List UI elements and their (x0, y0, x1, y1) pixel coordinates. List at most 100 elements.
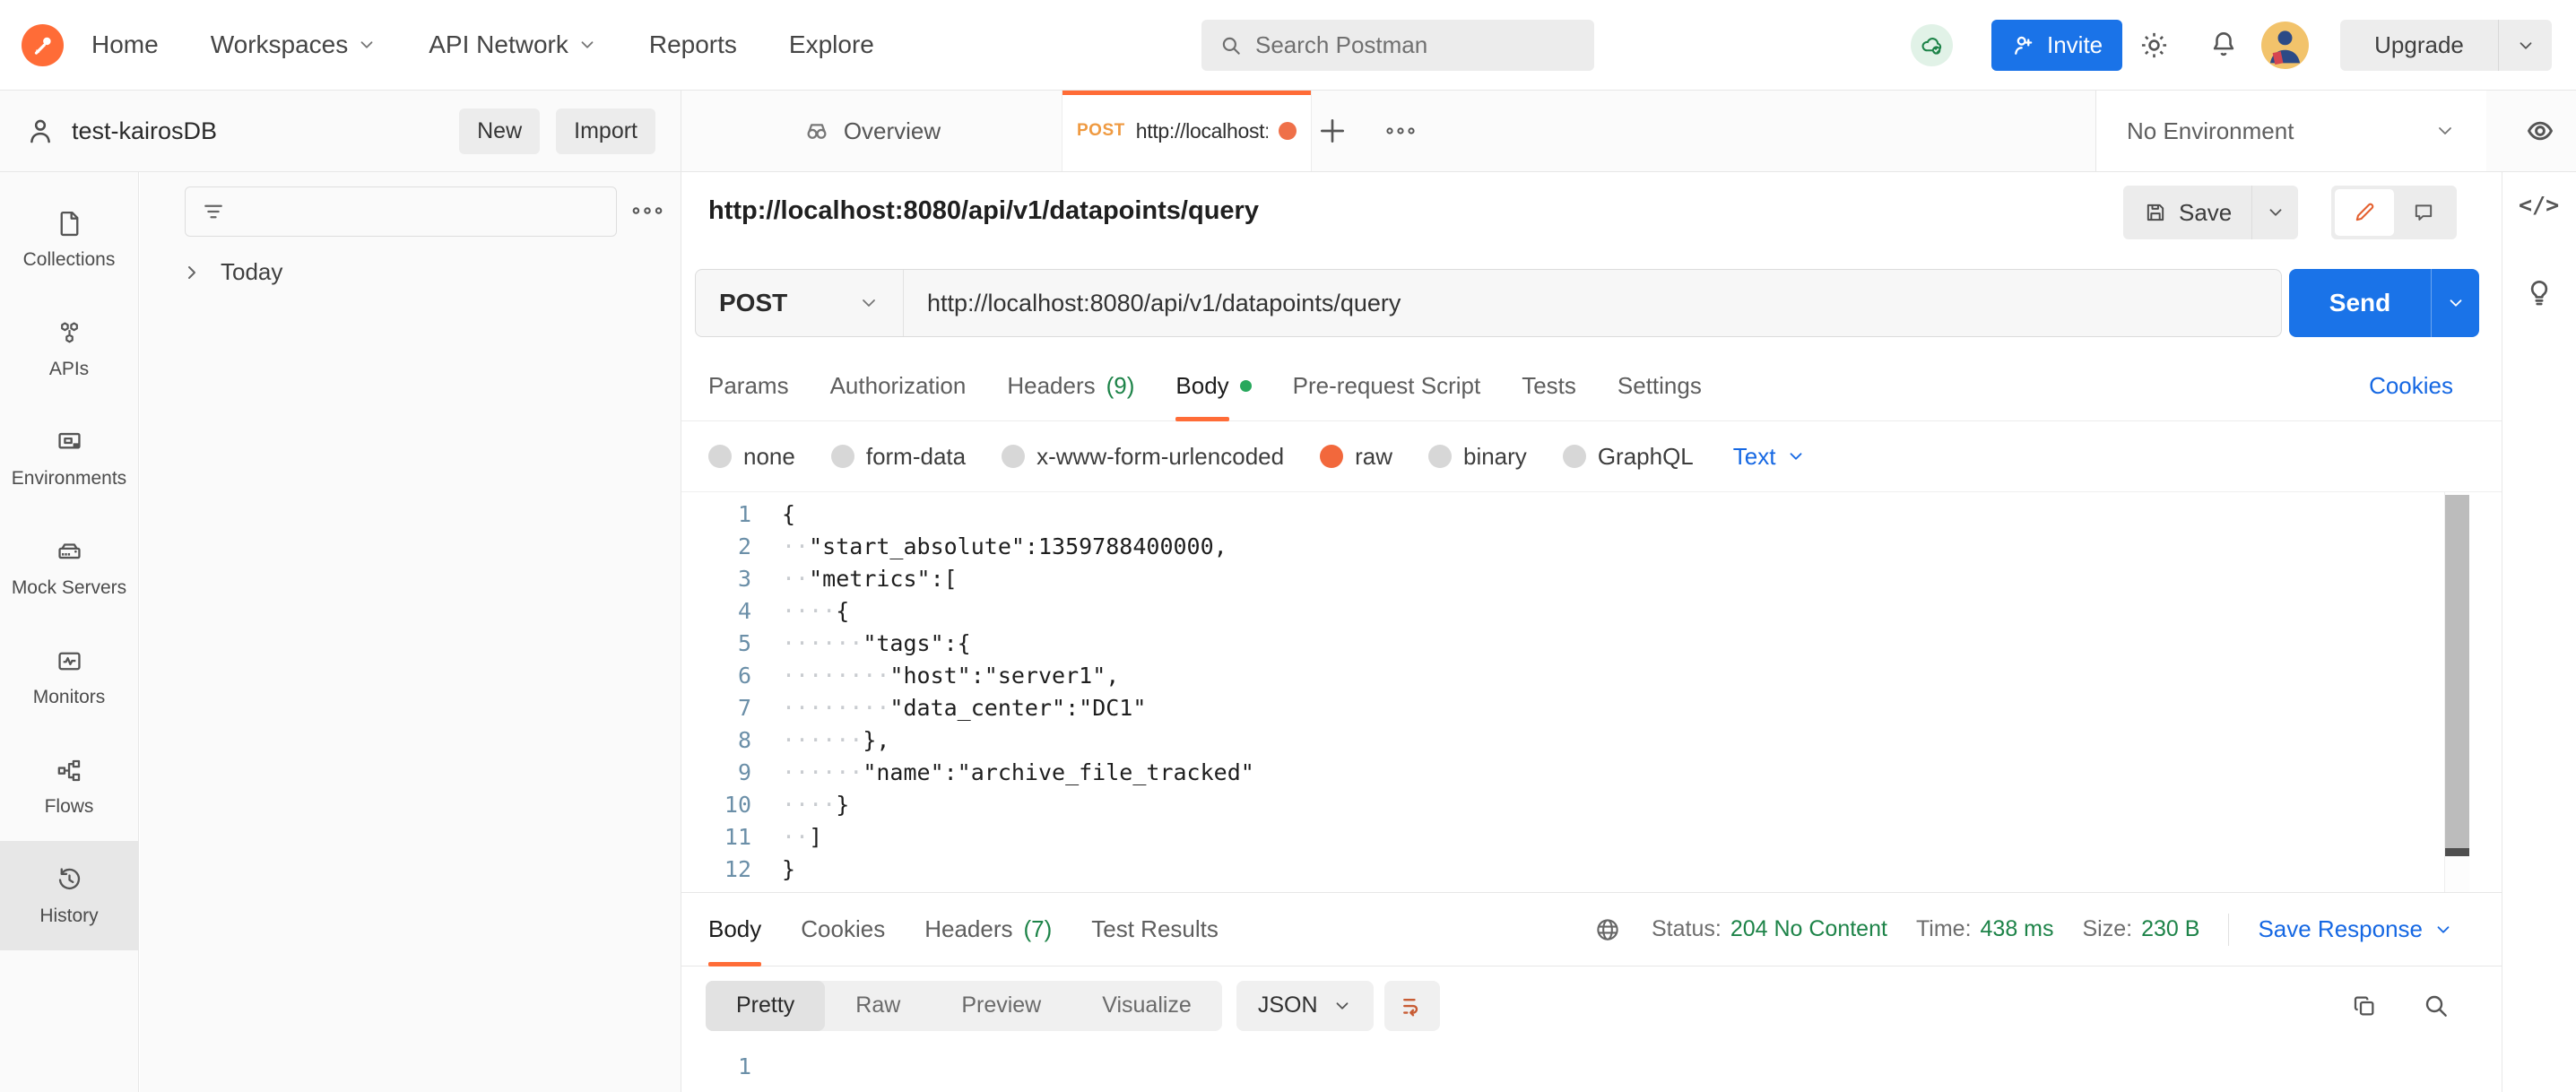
chevron-down-icon (577, 35, 597, 55)
gear-icon (2138, 29, 2171, 62)
line-number: 7 (681, 695, 751, 721)
sidebar-item-mock-servers[interactable]: Mock Servers (0, 513, 138, 622)
sidebar-item-collections[interactable]: Collections (0, 185, 138, 294)
request-tab-tests[interactable]: Tests (1522, 351, 1576, 420)
code-snippet-button[interactable]: </> (2519, 192, 2559, 218)
code-line[interactable]: 1{ (681, 498, 2502, 530)
whitespace-dots: ······ (782, 727, 863, 753)
panel-more-actions-button[interactable] (629, 199, 666, 222)
nav-item-reports[interactable]: Reports (649, 30, 737, 59)
user-avatar[interactable] (2261, 22, 2309, 69)
postman-logo[interactable] (22, 24, 64, 66)
save-options-button[interactable] (2251, 186, 2298, 239)
sidebar-item-apis[interactable]: APIs (0, 294, 138, 403)
send-button[interactable]: Send (2289, 269, 2431, 337)
request-tab-body[interactable]: Body (1175, 351, 1251, 420)
method-selector[interactable]: POST (696, 270, 904, 336)
code-content: } (782, 856, 795, 882)
body-type-radio-binary[interactable]: binary (1428, 443, 1527, 471)
nav-item-api-network[interactable]: API Network (429, 30, 597, 59)
response-tab-cookies[interactable]: Cookies (801, 893, 885, 966)
bootcamp-lightbulb-button[interactable] (2522, 276, 2556, 310)
import-button[interactable]: Import (556, 108, 655, 154)
whitespace-dots: ·· (782, 533, 809, 559)
code-line[interactable]: 4····{ (681, 594, 2502, 627)
url-input[interactable]: http://localhost:8080/api/v1/datapoints/… (904, 290, 2281, 317)
sidebar-item-history[interactable]: History (0, 841, 138, 950)
view-tab-visualize[interactable]: Visualize (1071, 981, 1222, 1031)
header-count-badge: (9) (1106, 372, 1135, 400)
sync-status-button[interactable] (1911, 24, 1953, 66)
body-type-radio-graphql[interactable]: GraphQL (1563, 443, 1694, 471)
scrollbar-thumb[interactable] (2445, 495, 2469, 848)
request-tab-settings[interactable]: Settings (1618, 351, 1702, 420)
code-line[interactable]: 5······"tags":{ (681, 627, 2502, 659)
body-type-radio-form-data[interactable]: form-data (831, 443, 966, 471)
request-body-editor[interactable]: 1{2··"start_absolute":1359788400000,3··"… (681, 491, 2502, 892)
new-button[interactable]: New (459, 108, 540, 154)
nav-item-workspaces[interactable]: Workspaces (211, 30, 377, 59)
editor-scrollbar[interactable] (2444, 492, 2469, 892)
code-line[interactable]: 9······"name":"archive_file_tracked" (681, 756, 2502, 788)
body-type-radio-x-www-form-urlencoded[interactable]: x-www-form-urlencoded (1002, 443, 1284, 471)
body-type-radio-raw[interactable]: raw (1320, 443, 1392, 471)
workspace-name[interactable]: test-kairosDB (72, 117, 217, 145)
save-response-button[interactable]: Save Response (2258, 915, 2453, 943)
nav-item-explore[interactable]: Explore (789, 30, 874, 59)
code-line[interactable]: 3··"metrics":[ (681, 562, 2502, 594)
chevron-down-icon (2446, 293, 2466, 313)
save-button[interactable]: Save (2123, 186, 2251, 239)
tab-overview[interactable]: Overview (681, 91, 1062, 171)
view-tab-raw[interactable]: Raw (825, 981, 931, 1031)
environment-quick-look-button[interactable] (2520, 111, 2560, 151)
body-type-radio-none[interactable]: none (708, 443, 795, 471)
nav-item-home[interactable]: Home (91, 30, 159, 59)
tab-active-request[interactable]: POST http://localhost:8080/ (1062, 91, 1312, 171)
request-tab-params[interactable]: Params (708, 351, 789, 420)
code-line[interactable]: 12} (681, 853, 2502, 885)
code-content: "name":"archive_file_tracked" (863, 759, 1254, 785)
code-line[interactable]: 11··] (681, 820, 2502, 853)
edit-mode-button[interactable] (2335, 189, 2394, 236)
view-tab-pretty[interactable]: Pretty (706, 981, 825, 1031)
sidebar-item-environments[interactable]: Environments (0, 403, 138, 513)
code-line[interactable]: 8······}, (681, 724, 2502, 756)
request-tab-headers[interactable]: Headers(9) (1007, 351, 1134, 420)
response-language-selector[interactable]: JSON (1236, 981, 1374, 1031)
send-options-button[interactable] (2431, 269, 2479, 337)
sidebar-item-flows[interactable]: Flows (0, 732, 138, 841)
global-search[interactable]: Search Postman (1201, 20, 1594, 71)
new-tab-button[interactable] (1314, 113, 1350, 149)
request-tab-authorization[interactable]: Authorization (830, 351, 967, 420)
upgrade-menu-button[interactable] (2498, 20, 2552, 71)
view-tab-preview[interactable]: Preview (931, 981, 1071, 1031)
response-tab-headers[interactable]: Headers(7) (924, 893, 1052, 966)
history-filter-input[interactable] (185, 186, 617, 237)
invite-button[interactable]: Invite (1991, 20, 2122, 71)
request-tab-pre-request-script[interactable]: Pre-request Script (1293, 351, 1481, 420)
comments-button[interactable] (2394, 189, 2453, 236)
wrap-lines-button[interactable] (1384, 981, 1440, 1031)
network-info-button[interactable] (1592, 914, 1623, 945)
code-line[interactable]: 2··"start_absolute":1359788400000, (681, 530, 2502, 562)
raw-language-selector[interactable]: Text (1733, 443, 1807, 471)
radio-circle-icon (1320, 445, 1343, 468)
environment-selector[interactable]: No Environment (2095, 91, 2486, 171)
tab-method-badge: POST (1077, 121, 1125, 141)
upgrade-button[interactable]: Upgrade (2340, 20, 2498, 71)
history-group-today[interactable]: Today (181, 258, 282, 286)
code-line[interactable]: 10····} (681, 788, 2502, 820)
size-value: 230 B (2141, 916, 2199, 942)
code-line[interactable]: 7········"data_center":"DC1" (681, 691, 2502, 724)
code-line[interactable]: 6········"host":"server1", (681, 659, 2502, 691)
environments-icon (54, 427, 85, 458)
response-tab-test-results[interactable]: Test Results (1091, 893, 1219, 966)
notifications-bell-button[interactable] (2207, 28, 2240, 60)
cookies-link[interactable]: Cookies (2369, 372, 2453, 400)
settings-gear-button[interactable] (2138, 29, 2171, 62)
copy-response-button[interactable] (2350, 992, 2379, 1020)
tab-options-button[interactable] (1383, 120, 1418, 142)
response-tab-body[interactable]: Body (708, 893, 761, 966)
sidebar-item-monitors[interactable]: Monitors (0, 622, 138, 732)
search-response-button[interactable] (2422, 992, 2450, 1020)
